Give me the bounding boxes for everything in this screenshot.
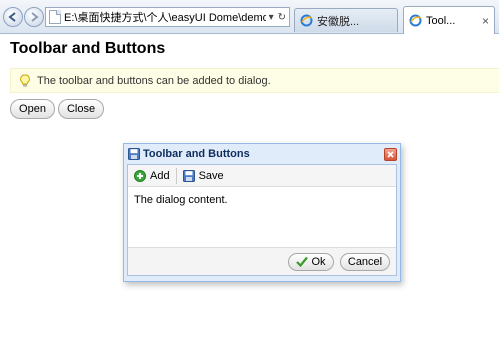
dialog-toolbar: Add Save: [128, 165, 396, 187]
lightbulb-icon: [20, 74, 30, 87]
add-icon: [134, 169, 146, 182]
tab-active[interactable]: Tool... ×: [403, 6, 495, 34]
tab-other[interactable]: 安徽脱...: [294, 8, 398, 32]
tab-close-icon[interactable]: ×: [482, 14, 489, 28]
browser-chrome: E:\桌面快捷方式\个人\easyUI Dome\demo\dialog\ ▾ …: [0, 0, 499, 34]
dialog-footer: Ok Cancel: [128, 247, 396, 275]
ie-icon: [409, 14, 422, 27]
toolbar-separator: [175, 167, 177, 184]
close-icon: [387, 150, 394, 158]
refresh-icon[interactable]: ↻: [278, 12, 286, 23]
address-bar[interactable]: E:\桌面快捷方式\个人\easyUI Dome\demo\dialog\ ▾ …: [45, 7, 290, 27]
ie-icon: [300, 14, 313, 27]
save-label: Save: [198, 169, 224, 182]
tab-label: Tool...: [426, 14, 456, 27]
dialog-header[interactable]: Toolbar and Buttons: [127, 144, 397, 164]
tip-box: The toolbar and buttons can be added to …: [10, 68, 499, 93]
address-dropdown-icon[interactable]: ▾: [269, 12, 274, 23]
floppy-disk-icon: [128, 148, 140, 160]
dialog-body: Add Save The dialog content. Ok Cancel: [127, 164, 397, 276]
save-icon: [182, 169, 195, 182]
save-button[interactable]: Save: [182, 169, 224, 182]
arrow-left-icon: [8, 12, 16, 22]
close-button[interactable]: Close: [58, 99, 104, 119]
ok-label: Ok: [311, 255, 326, 268]
page-icon: [49, 10, 61, 24]
add-button[interactable]: Add: [134, 169, 170, 182]
arrow-right-icon: [31, 12, 39, 22]
cancel-button[interactable]: Cancel: [340, 252, 390, 271]
address-url: E:\桌面快捷方式\个人\easyUI Dome\demo\dialog\: [64, 12, 266, 24]
page-title: Toolbar and Buttons: [10, 40, 166, 57]
checkmark-icon: [296, 256, 309, 267]
dialog-title: Toolbar and Buttons: [143, 148, 250, 160]
dialog-window: Toolbar and Buttons Add Save The dialog …: [123, 143, 401, 282]
dialog-content: The dialog content.: [134, 194, 228, 206]
open-button[interactable]: Open: [10, 99, 55, 119]
tip-text: The toolbar and buttons can be added to …: [37, 74, 271, 87]
ok-button[interactable]: Ok: [288, 252, 334, 271]
add-label: Add: [150, 169, 170, 182]
dialog-close-button[interactable]: [384, 147, 397, 161]
forward-button[interactable]: [24, 7, 44, 27]
tab-label: 安徽脱...: [317, 15, 360, 28]
back-button[interactable]: [3, 7, 23, 27]
